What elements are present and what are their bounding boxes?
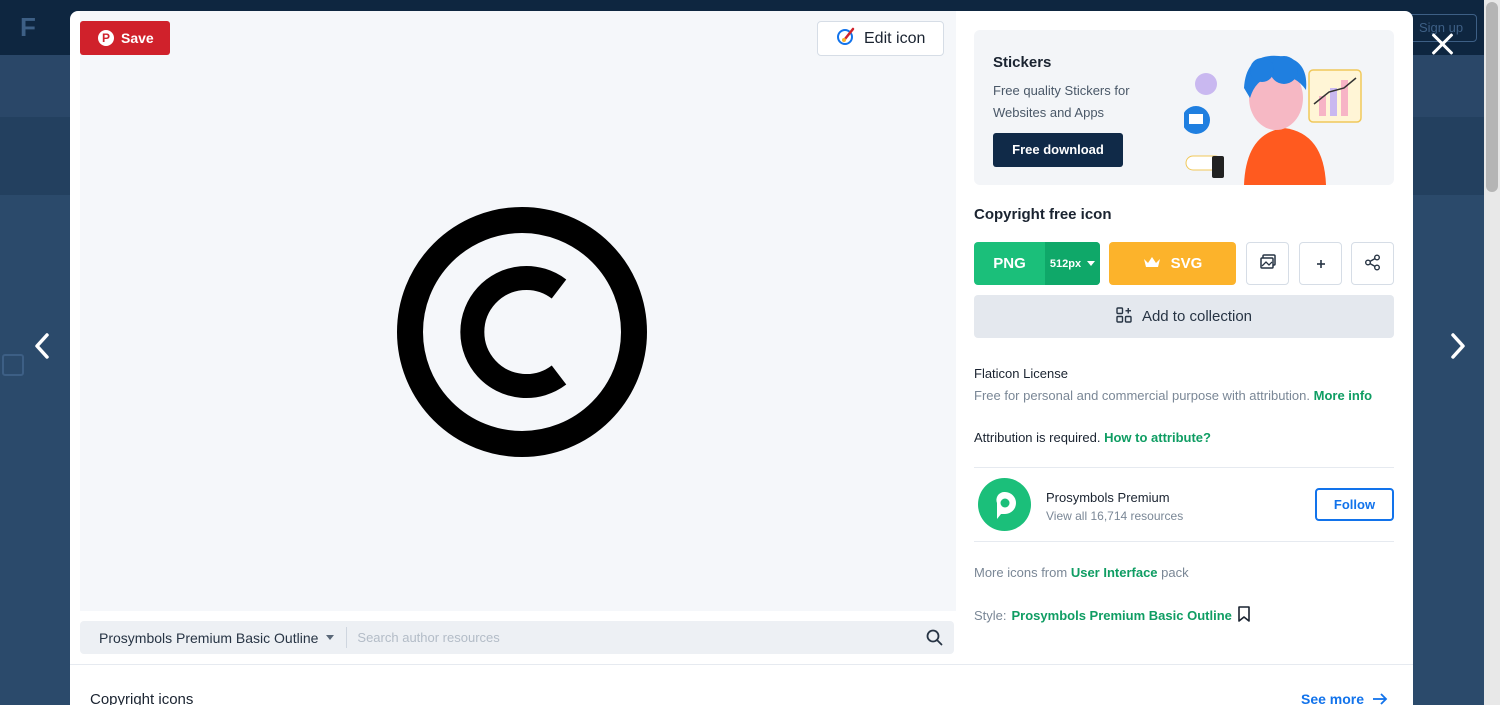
- follow-button[interactable]: Follow: [1315, 488, 1394, 521]
- more-info-link[interactable]: More info: [1314, 388, 1373, 403]
- style-prefix: Style:: [974, 608, 1007, 623]
- license-title: Flaticon License: [974, 366, 1068, 381]
- attribution-line: Attribution is required. How to attribut…: [974, 430, 1211, 445]
- more-options-button[interactable]: [1299, 242, 1342, 285]
- add-to-collection-button[interactable]: Add to collection: [974, 295, 1394, 338]
- search-icon[interactable]: [914, 629, 954, 646]
- see-more-label: See more: [1301, 691, 1365, 705]
- author-name[interactable]: Prosymbols Premium: [1046, 490, 1170, 505]
- arrow-right-icon: [1372, 691, 1388, 705]
- save-label: Save: [121, 30, 154, 46]
- license-text: Free for personal and commercial purpose…: [974, 388, 1372, 403]
- brush-icon: [836, 26, 856, 51]
- close-icon[interactable]: [1422, 24, 1462, 64]
- divider: [974, 467, 1394, 468]
- next-arrow-icon[interactable]: [1438, 328, 1478, 368]
- crown-icon: [1143, 255, 1161, 273]
- license-description: Free for personal and commercial purpose…: [974, 388, 1310, 403]
- edit-icon-button[interactable]: Edit icon: [817, 21, 944, 56]
- download-svg-button[interactable]: SVG: [1109, 242, 1236, 285]
- author-search-input[interactable]: [347, 630, 914, 645]
- plus-icon: [1316, 256, 1326, 272]
- promo-title: Stickers: [993, 54, 1052, 71]
- attribution-required: Attribution is required.: [974, 430, 1101, 445]
- how-to-attribute-link[interactable]: How to attribute?: [1104, 430, 1211, 445]
- sticker-illustration: [1182, 48, 1384, 185]
- pack-link[interactable]: User Interface: [1071, 565, 1158, 580]
- author-search-bar: Prosymbols Premium Basic Outline: [80, 621, 954, 654]
- author-resources-link[interactable]: View all 16,714 resources: [1046, 509, 1183, 523]
- copyright-icon: [396, 206, 648, 463]
- stickers-promo: Stickers Free quality Stickers for Websi…: [974, 30, 1394, 185]
- bookmark-icon[interactable]: [1237, 606, 1251, 625]
- png-size-select[interactable]: 512px: [1045, 242, 1100, 285]
- scrollbar-thumb[interactable]: [1486, 2, 1498, 192]
- see-more-link[interactable]: See more: [1301, 691, 1388, 705]
- download-png-button[interactable]: PNG 512px: [974, 242, 1100, 285]
- icon-detail-modal: P Save Edit icon Prosymbols Premium Basi…: [70, 11, 1413, 705]
- author-style-select-label: Prosymbols Premium Basic Outline: [99, 629, 319, 646]
- pack-prefix: More icons from: [974, 565, 1068, 580]
- icon-title: Copyright free icon: [974, 206, 1112, 223]
- pinterest-save-button[interactable]: P Save: [80, 21, 170, 55]
- feedback-icon: [2, 354, 24, 376]
- previous-arrow-icon[interactable]: [22, 328, 62, 368]
- png-label: PNG: [993, 255, 1026, 272]
- icon-preview-area: [80, 11, 956, 611]
- share-button[interactable]: [1351, 242, 1394, 285]
- chevron-down-icon: [1087, 261, 1096, 266]
- chevron-down-icon: [326, 635, 335, 640]
- divider: [70, 664, 1413, 665]
- edit-icon-label: Edit icon: [864, 29, 926, 47]
- author-avatar[interactable]: [978, 478, 1031, 531]
- style-line: Style: Prosymbols Premium Basic Outline: [974, 606, 1251, 625]
- png-size-value: 512px: [1049, 257, 1082, 270]
- image-icon: [1259, 254, 1276, 273]
- author-style-select[interactable]: Prosymbols Premium Basic Outline: [80, 627, 348, 648]
- image-mockup-button[interactable]: [1246, 242, 1289, 285]
- background-logo: F: [20, 12, 36, 42]
- add-to-collection-label: Add to collection: [1141, 308, 1253, 325]
- pack-suffix: pack: [1161, 565, 1189, 580]
- free-download-button[interactable]: Free download: [993, 133, 1123, 167]
- pack-line: More icons from User Interface pack: [974, 565, 1189, 580]
- related-icons-title: Copyright icons: [90, 691, 194, 705]
- pinterest-icon: P: [98, 30, 114, 46]
- share-icon: [1364, 254, 1381, 274]
- promo-description: Free quality Stickers for Websites and A…: [993, 83, 1130, 120]
- collection-icon: [1116, 306, 1132, 327]
- divider: [974, 541, 1394, 542]
- svg-label: SVG: [1170, 255, 1203, 272]
- style-link[interactable]: Prosymbols Premium Basic Outline: [1012, 608, 1232, 623]
